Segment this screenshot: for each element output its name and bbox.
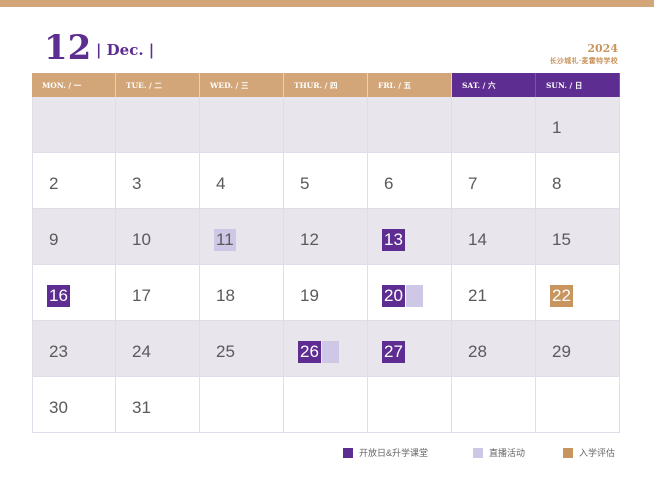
legend-label: 入学评估: [579, 448, 616, 458]
month-name: | Dec. |: [96, 41, 155, 59]
live-event-marker: [406, 285, 423, 307]
day-cell: 18: [200, 265, 284, 321]
day-cell: 31: [116, 377, 200, 433]
day-cell: 22: [536, 265, 620, 321]
day-number: 20: [382, 285, 405, 307]
day-cell: 6: [368, 153, 452, 209]
weekday-header-wed: WED. / 三: [200, 73, 284, 97]
day-cell: 24: [116, 321, 200, 377]
legend-swatch-purple: [343, 447, 353, 458]
month-number: 12: [44, 28, 92, 68]
legend-live-event: 直播活动: [473, 446, 525, 459]
day-number: 15: [552, 230, 571, 249]
day-number: 10: [132, 230, 151, 249]
day-cell: 27: [368, 321, 452, 377]
day-number: 25: [216, 342, 235, 361]
day-cell: 4: [200, 153, 284, 209]
day-number: 23: [49, 342, 68, 361]
day-number: 7: [468, 174, 478, 193]
legend-swatch-lavender: [473, 447, 483, 458]
legend-label: 开放日&升学课堂: [359, 448, 429, 458]
day-cell: [200, 377, 284, 433]
day-number: 6: [384, 174, 394, 193]
school-name: 长沙城礼·麦霍特学校: [549, 56, 618, 65]
day-number: 26: [298, 341, 321, 363]
day-number: 30: [49, 398, 68, 417]
day-number: 4: [216, 174, 226, 193]
day-number: 13: [382, 229, 405, 251]
top-accent-bar: [0, 0, 654, 7]
day-cell: 30: [32, 377, 116, 433]
legend-swatch-gold: [563, 447, 573, 458]
day-number: 27: [382, 341, 405, 363]
day-cell: 25: [200, 321, 284, 377]
day-cell: 17: [116, 265, 200, 321]
day-cell: 2: [32, 153, 116, 209]
day-cell: 28: [452, 321, 536, 377]
day-number: 12: [300, 230, 319, 249]
weekday-header-mon: MON. / 一: [32, 73, 116, 97]
day-cell: 7: [452, 153, 536, 209]
day-cell: 21: [452, 265, 536, 321]
weekday-header-thu: THUR. / 四: [284, 73, 368, 97]
day-cell: 5: [284, 153, 368, 209]
day-cell: [284, 377, 368, 433]
day-number: 31: [132, 398, 151, 417]
day-cell: 26: [284, 321, 368, 377]
legend-open-day: 开放日&升学课堂: [343, 446, 428, 459]
day-cell: 12: [284, 209, 368, 265]
day-cell: 1: [536, 97, 620, 153]
weekday-header-tue: TUE. / 二: [116, 73, 200, 97]
weekday-header-fri: FRI. / 五: [368, 73, 452, 97]
day-cell: 16: [32, 265, 116, 321]
day-cell: 11: [200, 209, 284, 265]
day-cell: [32, 97, 116, 153]
live-event-marker: [322, 341, 339, 363]
day-number: 29: [552, 342, 571, 361]
weekday-header-sat: SAT. / 六: [452, 73, 536, 97]
day-cell: [452, 97, 536, 153]
day-cell: 10: [116, 209, 200, 265]
day-cell: 8: [536, 153, 620, 209]
day-cell: 29: [536, 321, 620, 377]
day-number: 24: [132, 342, 151, 361]
day-cell: 15: [536, 209, 620, 265]
day-number: 18: [216, 286, 235, 305]
day-number: 21: [468, 286, 487, 305]
day-number: 8: [552, 174, 562, 193]
legend-admission: 入学评估: [563, 446, 615, 459]
day-number: 28: [468, 342, 487, 361]
weekday-header-sun: SUN. / 日: [536, 73, 620, 97]
day-number: 3: [132, 174, 142, 193]
calendar-grid: MON. / 一 TUE. / 二 WED. / 三 THUR. / 四 FRI…: [32, 73, 620, 433]
legend-label: 直播活动: [489, 448, 526, 458]
day-cell: 3: [116, 153, 200, 209]
day-cell: [452, 377, 536, 433]
day-cell: 14: [452, 209, 536, 265]
day-number: 2: [49, 174, 59, 193]
day-number: 14: [468, 230, 487, 249]
day-number: 17: [132, 286, 151, 305]
day-cell: 23: [32, 321, 116, 377]
day-number: 1: [552, 118, 562, 137]
day-cell: [368, 97, 452, 153]
day-cell: 20: [368, 265, 452, 321]
day-cell: [116, 97, 200, 153]
day-number: 22: [550, 285, 573, 307]
day-cell: [536, 377, 620, 433]
day-cell: [200, 97, 284, 153]
day-cell: [284, 97, 368, 153]
day-number: 16: [47, 285, 70, 307]
day-cell: 13: [368, 209, 452, 265]
day-number: 19: [300, 286, 319, 305]
day-cell: [368, 377, 452, 433]
year-label: 2024: [587, 42, 618, 55]
day-cell: 9: [32, 209, 116, 265]
day-number: 9: [49, 230, 59, 249]
day-cell: 19: [284, 265, 368, 321]
day-number: 11: [214, 229, 236, 251]
day-number: 5: [300, 174, 310, 193]
